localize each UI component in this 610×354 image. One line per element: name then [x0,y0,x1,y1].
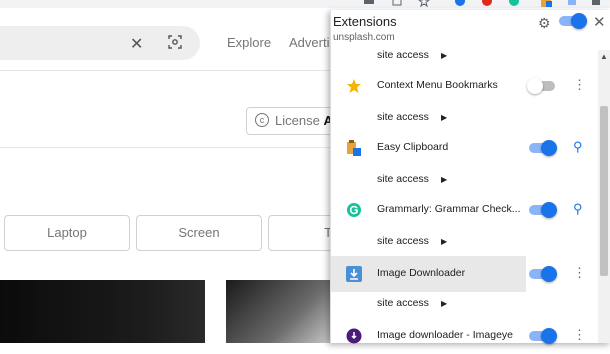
visual-search-icon[interactable] [168,35,182,49]
extensions-popup: Extensions unsplash.com ⚙ ✕ site access ▶… [330,10,610,344]
more-options-icon[interactable]: ⋮ [573,77,586,93]
scrollbar-thumb[interactable] [600,106,608,276]
pin-icon[interactable]: ⚲ [573,139,583,155]
expand-triangle-icon: ▶ [440,51,448,60]
nav-link-advertise[interactable]: Advertis [289,35,336,50]
more-options-icon[interactable]: ⋮ [573,265,586,281]
popup-scrollbar[interactable]: ▲ [598,50,610,343]
site-access-row[interactable]: site access ▶ [377,297,447,309]
extension-name: Image Downloader [377,267,466,279]
extension-name: Image downloader - Imageye [377,329,513,341]
imageye-icon [346,328,362,344]
copyright-icon: c [255,113,269,127]
pin-icon[interactable]: ⚲ [573,201,583,217]
tag-chip-laptop[interactable]: Laptop [4,215,130,251]
extension-row-image-downloader[interactable]: Image Downloader [331,256,526,292]
more-options-icon[interactable]: ⋮ [573,327,586,343]
photo-thumbnail[interactable] [226,280,336,343]
extension-name: Easy Clipboard [377,141,449,153]
clipboard-toolbar-icon[interactable] [540,0,552,7]
expand-triangle-icon: ▶ [440,175,448,184]
bookmark-star-icon[interactable] [418,0,430,7]
site-access-toggle[interactable] [559,13,587,29]
extension-toggle[interactable] [527,78,555,94]
expand-triangle-icon: ▶ [440,237,448,246]
gear-icon[interactable]: ⚙ [538,15,551,32]
extension-toggle[interactable] [529,140,557,156]
site-access-row[interactable]: site access ▶ [377,49,447,61]
toolbar-extension-icon[interactable] [566,0,578,7]
license-label: License [275,113,320,128]
extension-name: Grammarly: Grammar Check... [377,203,521,215]
tag-chip-screen[interactable]: Screen [136,215,262,251]
grammarly-toolbar-icon[interactable] [508,0,520,7]
clipboard-icon [347,140,361,156]
close-icon[interactable]: ✕ [593,13,606,31]
opera-icon[interactable] [481,0,493,7]
search-bar[interactable]: ✕ [0,26,200,60]
grammarly-icon [347,203,361,217]
download-icon [346,266,362,282]
site-access-row[interactable]: site access ▶ [377,111,447,123]
site-domain: unsplash.com [333,32,395,43]
star-icon [347,79,361,93]
extension-row-context-menu-bookmarks[interactable]: Context Menu Bookmarks ⋮ [331,68,599,104]
popup-title: Extensions [333,14,397,29]
share-icon[interactable] [391,0,403,7]
expand-triangle-icon: ▶ [440,299,448,308]
extension-row-imageye[interactable]: Image downloader - Imageye ⋮ [331,318,599,354]
ext-pin-icon[interactable] [454,0,466,7]
photo-thumbnail[interactable] [0,280,205,343]
extension-row-grammarly[interactable]: Grammarly: Grammar Check... ⚲ [331,192,599,228]
nav-link-explore[interactable]: Explore [227,35,271,50]
print-icon[interactable] [363,0,375,7]
extension-toggle[interactable] [529,328,557,344]
extension-toggle[interactable] [529,202,557,218]
clear-search-icon[interactable]: ✕ [130,34,143,54]
puzzle-icon[interactable] [590,0,602,7]
expand-triangle-icon: ▶ [440,113,448,122]
extension-name: Context Menu Bookmarks [377,79,498,91]
browser-toolbar [0,0,610,8]
site-access-row[interactable]: site access ▶ [377,173,447,185]
site-access-row[interactable]: site access ▶ [377,235,447,247]
extension-toggle[interactable] [529,266,557,282]
scroll-up-icon[interactable]: ▲ [600,52,608,61]
extension-row-easy-clipboard[interactable]: Easy Clipboard ⚲ [331,130,599,166]
